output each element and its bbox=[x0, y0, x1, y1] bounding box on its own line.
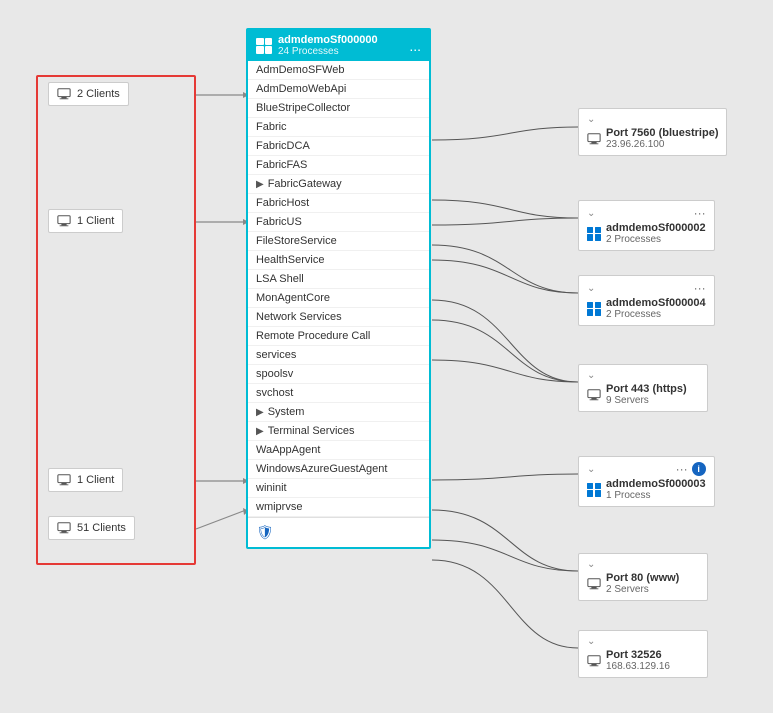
node-subtitle: 23.96.26.100 bbox=[606, 139, 718, 150]
process-item[interactable]: services bbox=[248, 346, 429, 365]
windows-logo-icon bbox=[587, 483, 601, 497]
node-title-group: admdemoSf000004 2 Processes bbox=[587, 297, 706, 320]
right-node-admdemos-000004[interactable]: ⌄ ··· admdemoSf000004 2 Processes bbox=[578, 275, 715, 326]
expand-chevron: ⌄ bbox=[587, 283, 595, 294]
client-node-2clients[interactable]: 2 Clients bbox=[48, 82, 129, 106]
node-subtitle: 2 Processes bbox=[606, 309, 706, 320]
windows-logo-icon bbox=[256, 38, 272, 54]
node-title-group: Port 443 (https) 9 Servers bbox=[587, 383, 699, 406]
node-title: Port 443 (https) bbox=[606, 383, 687, 395]
process-item[interactable]: Fabric bbox=[248, 118, 429, 137]
client-node-1client-a[interactable]: 1 Client bbox=[48, 209, 123, 233]
windows-logo-icon bbox=[587, 227, 601, 241]
process-item[interactable]: BlueStripeCollector bbox=[248, 99, 429, 118]
shield-icon: 🛡 bbox=[256, 524, 274, 540]
arrow-icon: ▶ bbox=[256, 407, 264, 418]
process-item[interactable]: FabricUS bbox=[248, 213, 429, 232]
node-title-group: Port 80 (www) 2 Servers bbox=[587, 572, 699, 595]
right-node-port-32526[interactable]: ⌄ Port 32526 168.63.129.16 bbox=[578, 630, 708, 678]
process-item[interactable]: wmiprvse bbox=[248, 498, 429, 517]
panel-footer: 🛡 bbox=[248, 517, 429, 547]
right-node-admdemos-000003[interactable]: ⌄ ··· i admdemoSf000003 1 Process bbox=[578, 456, 715, 507]
more-dots-icon[interactable]: ··· bbox=[694, 281, 706, 295]
process-item[interactable]: HealthService bbox=[248, 251, 429, 270]
process-item-fabricgateway[interactable]: ▶FabricGateway bbox=[248, 175, 429, 194]
info-icon[interactable]: i bbox=[692, 462, 706, 476]
monitor-icon bbox=[587, 577, 601, 591]
right-node-admdemos-000002[interactable]: ⌄ ··· admdemoSf000002 2 Processes bbox=[578, 200, 715, 251]
monitor-icon bbox=[587, 388, 601, 402]
arrow-icon: ▶ bbox=[256, 179, 264, 190]
expand-chevron: ⌄ bbox=[587, 636, 595, 647]
process-item[interactable]: FabricHost bbox=[248, 194, 429, 213]
expand-chevron: ⌄ bbox=[587, 559, 595, 570]
client-node-51clients[interactable]: 51 Clients bbox=[48, 516, 135, 540]
node-title-group: Port 32526 168.63.129.16 bbox=[587, 649, 699, 672]
node-title: Port 32526 bbox=[606, 649, 670, 661]
process-item[interactable]: AdmDemoSFWeb bbox=[248, 61, 429, 80]
node-subtitle: 168.63.129.16 bbox=[606, 661, 670, 672]
process-item[interactable]: FabricDCA bbox=[248, 137, 429, 156]
more-dots-icon[interactable]: ··· bbox=[694, 206, 706, 220]
client-node-1client-b[interactable]: 1 Client bbox=[48, 468, 123, 492]
client-label: 51 Clients bbox=[77, 522, 126, 534]
windows-logo-icon bbox=[587, 302, 601, 316]
process-item-terminal-services[interactable]: ▶Terminal Services bbox=[248, 422, 429, 441]
process-item[interactable]: svchost bbox=[248, 384, 429, 403]
process-list: AdmDemoSFWeb AdmDemoWebApi BlueStripeCol… bbox=[248, 61, 429, 517]
node-title: admdemoSf000002 bbox=[606, 222, 706, 234]
client-label: 1 Client bbox=[77, 474, 114, 486]
monitor-icon bbox=[57, 521, 71, 535]
process-item[interactable]: WindowsAzureGuestAgent bbox=[248, 460, 429, 479]
arrow-icon: ▶ bbox=[256, 426, 264, 437]
node-title-group: Port 7560 (bluestripe) 23.96.26.100 bbox=[587, 127, 718, 150]
process-item[interactable]: wininit bbox=[248, 479, 429, 498]
center-panel-subtitle: 24 Processes bbox=[278, 46, 378, 57]
process-item[interactable]: MonAgentCore bbox=[248, 289, 429, 308]
node-subtitle: 2 Processes bbox=[606, 234, 706, 245]
process-item[interactable]: Network Services bbox=[248, 308, 429, 327]
center-panel-more-icon[interactable]: ... bbox=[409, 38, 421, 54]
monitor-icon bbox=[57, 473, 71, 487]
center-process-panel: admdemoSf000000 24 Processes ... AdmDemo… bbox=[246, 28, 431, 549]
center-panel-title: admdemoSf000000 bbox=[278, 34, 378, 46]
node-title-group: admdemoSf000003 1 Process bbox=[587, 478, 706, 501]
right-node-port-443[interactable]: ⌄ Port 443 (https) 9 Servers bbox=[578, 364, 708, 412]
monitor-icon bbox=[57, 214, 71, 228]
expand-chevron: ⌄ bbox=[587, 464, 595, 475]
node-subtitle: 1 Process bbox=[606, 490, 706, 501]
monitor-icon bbox=[587, 654, 601, 668]
more-dots-icon[interactable]: ··· bbox=[676, 462, 688, 476]
monitor-icon bbox=[587, 132, 601, 146]
client-label: 2 Clients bbox=[77, 88, 120, 100]
node-subtitle: 2 Servers bbox=[606, 584, 679, 595]
node-title-group: admdemoSf000002 2 Processes bbox=[587, 222, 706, 245]
node-title: Port 80 (www) bbox=[606, 572, 679, 584]
process-item[interactable]: Remote Procedure Call bbox=[248, 327, 429, 346]
expand-chevron: ⌄ bbox=[587, 370, 595, 381]
node-title: admdemoSf000004 bbox=[606, 297, 706, 309]
process-item[interactable]: spoolsv bbox=[248, 365, 429, 384]
process-item[interactable]: WaAppAgent bbox=[248, 441, 429, 460]
center-panel-header: admdemoSf000000 24 Processes ... bbox=[248, 30, 429, 61]
process-item[interactable]: FileStoreService bbox=[248, 232, 429, 251]
process-item[interactable]: AdmDemoWebApi bbox=[248, 80, 429, 99]
process-item-system[interactable]: ▶System bbox=[248, 403, 429, 422]
monitor-icon bbox=[57, 87, 71, 101]
right-node-port-80[interactable]: ⌄ Port 80 (www) 2 Servers bbox=[578, 553, 708, 601]
node-subtitle: 9 Servers bbox=[606, 395, 687, 406]
node-title: Port 7560 (bluestripe) bbox=[606, 127, 718, 139]
process-item-lsashell[interactable]: LSA Shell bbox=[248, 270, 429, 289]
right-node-port-7560[interactable]: ⌄ Port 7560 (bluestripe) 23.96.26.100 bbox=[578, 108, 727, 156]
expand-chevron: ⌄ bbox=[587, 114, 595, 125]
process-item[interactable]: FabricFAS bbox=[248, 156, 429, 175]
client-label: 1 Client bbox=[77, 215, 114, 227]
node-title: admdemoSf000003 bbox=[606, 478, 706, 490]
expand-chevron: ⌄ bbox=[587, 208, 595, 219]
